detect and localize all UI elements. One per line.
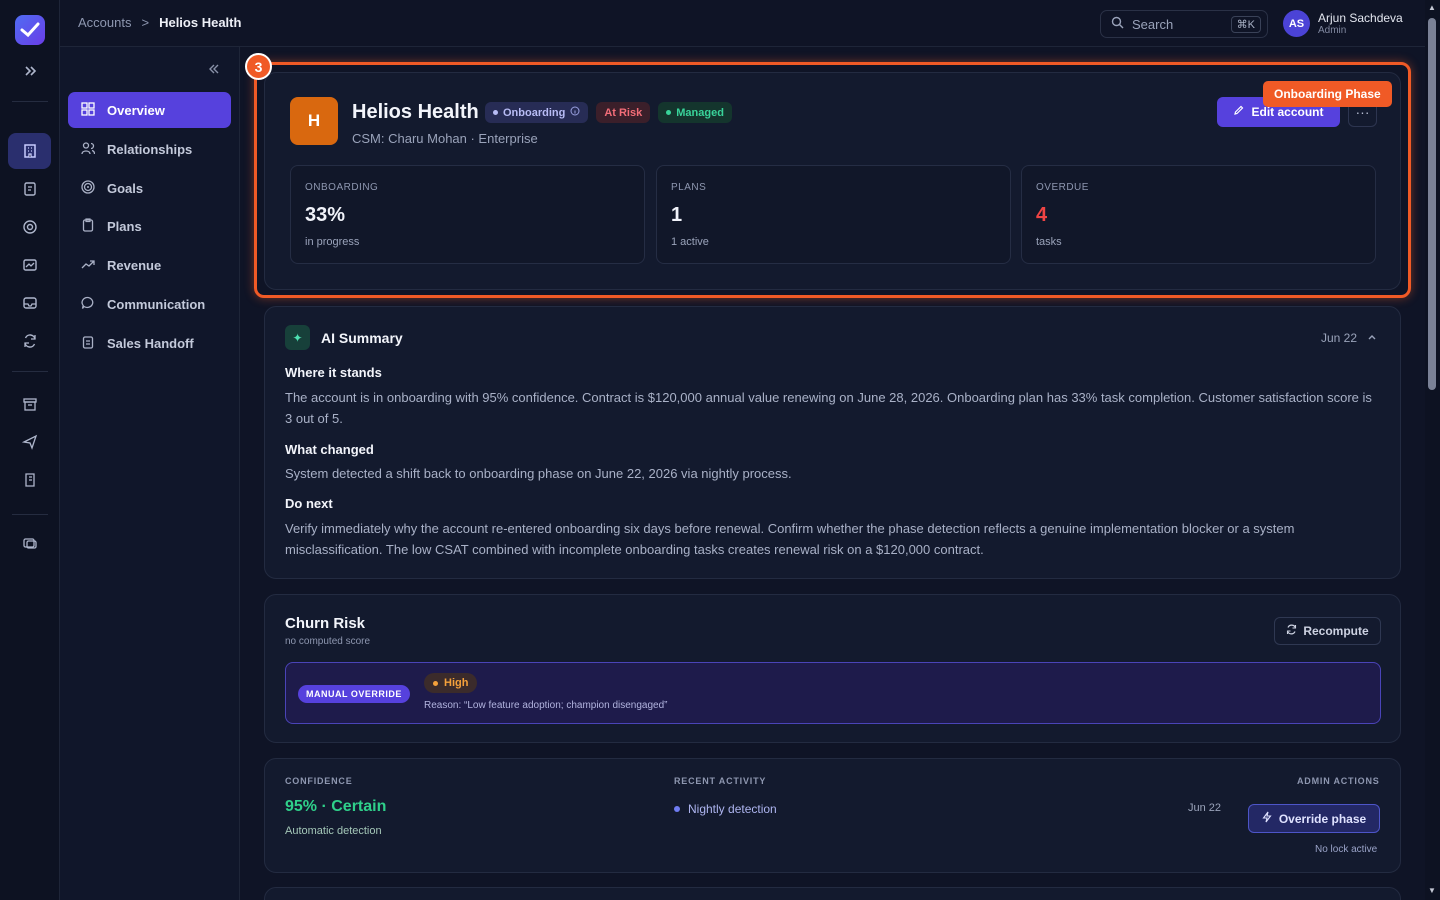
scroll-up-icon[interactable]: ▲: [1428, 3, 1436, 12]
grid-icon: [81, 101, 95, 119]
tasks-icon[interactable]: [16, 175, 44, 203]
subnav-item-sales-handoff[interactable]: Sales Handoff: [68, 325, 231, 361]
sparkle-icon: ✦: [285, 325, 310, 350]
ai-summary-toggle[interactable]: Jun 22: [1321, 331, 1377, 345]
top-bar: Accounts > Helios Health Search ⌘K AS Ar…: [60, 0, 1425, 47]
chevron-up-icon: [1367, 331, 1377, 345]
section-text: The account is in onboarding with 95% co…: [285, 390, 1372, 426]
churn-risk-subtitle: no computed score: [285, 636, 371, 647]
section-heading: Where it stands: [285, 365, 382, 380]
churn-risk-title: Churn Risk: [285, 615, 366, 632]
churn-risk-card: Churn Risk no computed score Recompute M…: [264, 594, 1401, 743]
admin-actions-caption: ADMIN ACTIONS: [1297, 776, 1380, 786]
inbox-icon[interactable]: [16, 289, 44, 317]
override-phase-label: Override phase: [1278, 811, 1367, 826]
confidence-value: 95% · Certain: [285, 798, 387, 815]
override-reason: Reason: “Low feature adoption; champion …: [424, 700, 668, 711]
subnav-item-communication[interactable]: Communication: [68, 286, 231, 322]
user-role: Admin: [1318, 24, 1347, 36]
subnav-item-label: Relationships: [107, 141, 193, 157]
ai-summary-title: AI Summary: [321, 330, 403, 346]
trend-icon: [81, 257, 95, 274]
collapse-sidebar-icon[interactable]: [208, 62, 220, 78]
subnav-item-label: Overview: [107, 102, 165, 118]
subnav-item-label: Plans: [107, 218, 142, 234]
subnav-item-label: Revenue: [107, 257, 162, 273]
user-name: Arjun Sachdeva: [1318, 10, 1403, 25]
search-box[interactable]: Search ⌘K: [1100, 10, 1268, 38]
account-subnav: Overview Relationships Goals Plans Reven…: [60, 47, 240, 900]
subnav-item-plans[interactable]: Plans: [68, 208, 231, 244]
breadcrumb-separator: >: [141, 15, 150, 30]
search-placeholder: Search: [1132, 16, 1174, 32]
breadcrumb-accounts-link[interactable]: Accounts: [78, 15, 131, 30]
expand-icon[interactable]: [16, 57, 44, 85]
override-phase-button[interactable]: Override phase: [1248, 804, 1380, 833]
section-heading: Do next: [285, 496, 333, 511]
lock-status: No lock active: [1315, 844, 1378, 855]
accounts-building-icon[interactable]: [8, 133, 51, 169]
search-shortcut: ⌘K: [1230, 15, 1261, 33]
subnav-item-relationships[interactable]: Relationships: [68, 131, 231, 167]
target-icon[interactable]: [16, 213, 44, 241]
dashboard-icon[interactable]: [16, 251, 44, 279]
risk-level-badge: High: [424, 673, 478, 693]
chat-icon: [81, 296, 95, 313]
subnav-item-label: Communication: [107, 296, 206, 312]
confidence-sub: Automatic detection: [285, 825, 382, 837]
app-logo[interactable]: [15, 15, 45, 45]
ai-summary-card: ✦ AI Summary Jun 22 Where it stands The …: [264, 306, 1401, 579]
dot-icon: [674, 806, 680, 812]
section-text: System detected a shift back to onboardi…: [285, 466, 792, 481]
bolt-icon: [1262, 811, 1272, 826]
confidence-card: CONFIDENCE 95% · Certain Automatic detec…: [264, 758, 1401, 873]
recent-activity-caption: RECENT ACTIVITY: [674, 776, 767, 786]
scrollbar[interactable]: ▲ ▼: [1425, 0, 1440, 900]
ai-summary-date: Jun 22: [1321, 331, 1358, 345]
refresh-icon[interactable]: [16, 327, 44, 355]
cards-icon[interactable]: [16, 529, 44, 557]
highlight-box: [254, 62, 1411, 298]
search-icon: [1111, 16, 1124, 32]
clipboard-icon: [81, 217, 95, 235]
scrollbar-thumb[interactable]: [1428, 18, 1436, 390]
avatar[interactable]: AS: [1283, 10, 1310, 37]
refresh-icon: [1286, 624, 1297, 638]
archive-icon[interactable]: [16, 390, 44, 418]
highlight-number: 3: [245, 53, 272, 80]
manual-override-badge: MANUAL OVERRIDE: [298, 685, 410, 703]
icon-rail: [0, 0, 60, 900]
report-icon[interactable]: [16, 466, 44, 494]
target-icon: [81, 179, 95, 197]
activity-label: Nightly detection: [688, 802, 777, 816]
activity-item: Nightly detection: [674, 802, 777, 816]
risk-level-label: High: [444, 677, 469, 689]
recompute-label: Recompute: [1303, 624, 1369, 638]
send-icon[interactable]: [16, 428, 44, 456]
breadcrumb: Accounts > Helios Health: [78, 15, 241, 30]
recompute-button[interactable]: Recompute: [1274, 617, 1381, 645]
main-content: H Helios Health Onboarding At Risk Manag…: [240, 47, 1425, 900]
subnav-item-overview[interactable]: Overview: [68, 92, 231, 128]
confidence-caption: CONFIDENCE: [285, 776, 353, 786]
manual-override-panel: MANUAL OVERRIDE High Reason: “Low featur…: [285, 662, 1381, 724]
next-card: [264, 887, 1401, 900]
user-menu[interactable]: AS Arjun Sachdeva Admin: [1283, 10, 1403, 37]
users-icon: [81, 141, 96, 158]
dot-icon: [433, 680, 438, 686]
section-text: Verify immediately why the account re-en…: [285, 521, 1295, 557]
activity-date: Jun 22: [1188, 802, 1222, 814]
subnav-item-label: Goals: [107, 180, 144, 196]
scroll-down-icon[interactable]: ▼: [1428, 886, 1436, 895]
highlight-tag: Onboarding Phase: [1263, 81, 1392, 107]
subnav-item-goals[interactable]: Goals: [68, 170, 231, 206]
subnav-item-revenue[interactable]: Revenue: [68, 247, 231, 283]
breadcrumb-current: Helios Health: [159, 15, 242, 30]
clipboard-list-icon: [81, 335, 95, 352]
subnav-item-label: Sales Handoff: [107, 335, 194, 351]
section-heading: What changed: [285, 442, 374, 457]
